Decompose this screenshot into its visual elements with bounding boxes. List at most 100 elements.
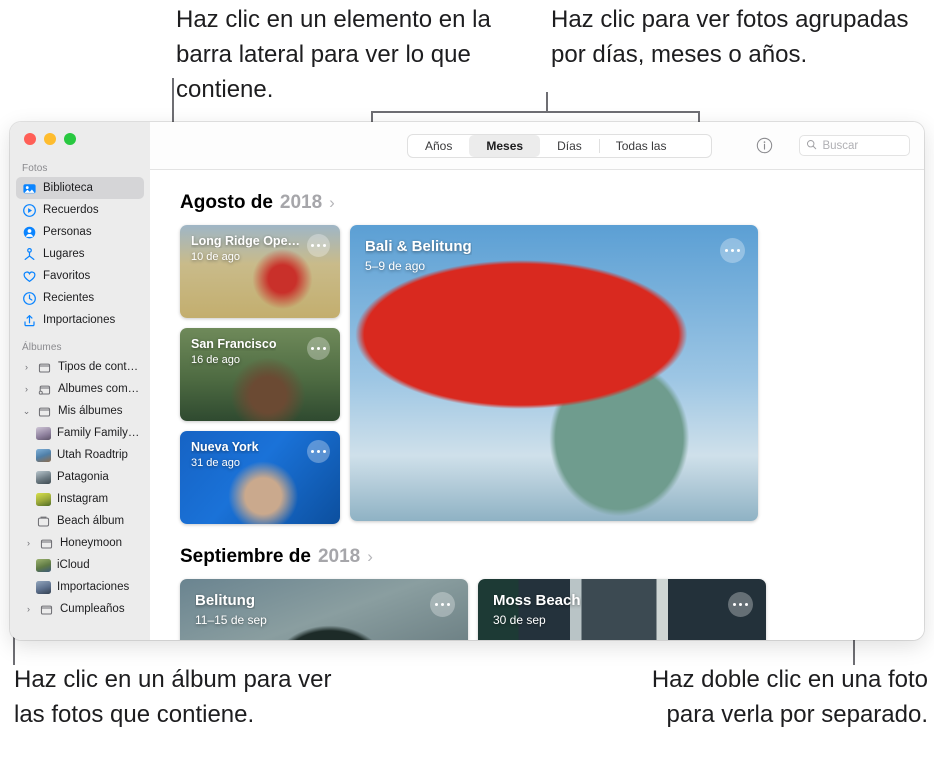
chevron-down-icon[interactable]: ⌄ <box>22 406 31 416</box>
sidebar: Fotos Biblioteca Recuerdos Personas Luga… <box>10 122 150 640</box>
album-thumbnail <box>36 426 51 440</box>
sidebar-item-label: Utah Roadtrip <box>57 449 128 461</box>
leader-line-tabs-stem <box>546 92 548 113</box>
sidebar-item-label: iCloud <box>57 559 90 571</box>
minimize-button[interactable] <box>44 133 56 145</box>
search-placeholder: Buscar <box>822 139 859 152</box>
section-year-label: 2018 <box>317 546 361 567</box>
section-header-septiembre[interactable]: Septiembre de 2018 › <box>170 524 924 579</box>
sidebar-item-favoritos[interactable]: Favoritos <box>16 265 144 287</box>
sidebar-item-label: Favoritos <box>43 270 91 282</box>
more-options-button[interactable] <box>307 337 330 360</box>
close-button[interactable] <box>24 133 36 145</box>
sidebar-item-cumpleanos[interactable]: › Cumpleaños <box>16 598 144 620</box>
photo-card-subtitle: 5–9 de ago <box>365 259 426 273</box>
sidebar-item-importaciones-album[interactable]: Importaciones <box>16 576 144 598</box>
photo-card-subtitle: 10 de ago <box>191 251 240 263</box>
photo-card-san-francisco[interactable]: San Francisco 16 de ago <box>180 328 340 421</box>
photo-grid[interactable]: Agosto de 2018 › Long Ridge Ope… 10 de a… <box>150 170 924 640</box>
sidebar-item-recientes[interactable]: Recientes <box>16 287 144 309</box>
album-thumbnail <box>36 558 51 572</box>
chevron-right-icon[interactable]: › <box>22 384 31 394</box>
heart-icon <box>22 269 37 284</box>
sidebar-item-label: Álbumes compartidos <box>58 383 144 395</box>
sidebar-item-recuerdos[interactable]: Recuerdos <box>16 199 144 221</box>
album-thumbnail <box>36 492 51 506</box>
photos-library-icon <box>22 181 37 196</box>
sidebar-group-title-fotos: Fotos <box>22 163 48 174</box>
chevron-right-icon[interactable]: › <box>24 604 33 614</box>
photos-app-window: Fotos Biblioteca Recuerdos Personas Luga… <box>10 122 924 640</box>
tab-anos[interactable]: Años <box>408 135 469 157</box>
photo-card-title: Long Ridge Ope… <box>191 234 299 248</box>
photo-card-title: Bali & Belitung <box>365 238 472 255</box>
more-options-button[interactable] <box>720 238 745 263</box>
sidebar-item-label: Recientes <box>43 292 95 304</box>
sidebar-item-utah-roadtrip[interactable]: Utah Roadtrip <box>16 444 144 466</box>
more-options-button[interactable] <box>728 592 753 617</box>
photo-card-nueva-york[interactable]: Nueva York 31 de ago <box>180 431 340 524</box>
sidebar-item-label: Personas <box>43 226 92 238</box>
chevron-right-icon[interactable]: › <box>24 538 33 548</box>
photo-card-long-ridge[interactable]: Long Ridge Ope… 10 de ago <box>180 225 340 318</box>
album-thumbnail <box>36 470 51 484</box>
photo-card-belitung[interactable]: Belitung 11–15 de sep <box>180 579 468 640</box>
chevron-right-icon[interactable]: › <box>329 193 335 213</box>
zoom-button[interactable] <box>64 133 76 145</box>
sidebar-item-label: Cumpleaños <box>60 603 125 615</box>
sidebar-item-honeymoon[interactable]: › Honeymoon <box>16 532 144 554</box>
sidebar-item-family-family[interactable]: Family Family… <box>16 422 144 444</box>
more-options-button[interactable] <box>307 440 330 463</box>
sidebar-item-icloud[interactable]: iCloud <box>16 554 144 576</box>
album-outline-icon <box>36 514 51 529</box>
photo-card-subtitle: 31 de ago <box>191 457 240 469</box>
sidebar-group-title-albumes: Álbumes <box>22 342 62 353</box>
shared-album-icon <box>37 382 52 397</box>
album-thumbnail <box>36 448 51 462</box>
tab-meses[interactable]: Meses <box>469 134 541 157</box>
section-row-septiembre: Belitung 11–15 de sep Moss Beach 30 de s… <box>170 579 924 640</box>
more-options-button[interactable] <box>430 592 455 617</box>
sidebar-item-beach-album[interactable]: Beach álbum <box>16 510 144 532</box>
photo-card-title: Moss Beach <box>493 592 581 609</box>
sidebar-item-instagram[interactable]: Instagram <box>16 488 144 510</box>
sidebar-item-lugares[interactable]: Lugares <box>16 243 144 265</box>
more-options-button[interactable] <box>307 234 330 257</box>
sidebar-item-patagonia[interactable]: Patagonia <box>16 466 144 488</box>
sidebar-item-personas[interactable]: Personas <box>16 221 144 243</box>
sidebar-item-label: Tipos de contenido <box>58 361 144 373</box>
photo-card-subtitle: 30 de sep <box>493 613 546 627</box>
sidebar-item-mis-albumes[interactable]: ⌄ Mis álbumes <box>16 400 144 422</box>
section-header-agosto[interactable]: Agosto de 2018 › <box>170 170 924 225</box>
tab-todas-las-fotos[interactable]: Todas las fotos <box>598 135 712 157</box>
tab-dias[interactable]: Días <box>540 135 599 157</box>
chevron-right-icon[interactable]: › <box>367 547 373 567</box>
sidebar-item-label: Importaciones <box>57 581 130 593</box>
folder-icon <box>37 404 52 419</box>
section-year-label: 2018 <box>279 192 323 213</box>
sidebar-item-label: Recuerdos <box>43 204 99 216</box>
sidebar-item-label: Lugares <box>43 248 85 260</box>
view-mode-tabs[interactable]: Años Meses Días Todas las fotos <box>407 133 713 158</box>
main-panel: Años Meses Días Todas las fotos Buscar <box>150 122 924 640</box>
sidebar-item-tipos-de-contenido[interactable]: › Tipos de contenido <box>16 356 144 378</box>
photo-card-subtitle: 16 de ago <box>191 354 240 366</box>
section-month-label: Agosto de <box>180 192 273 213</box>
info-circle-icon[interactable] <box>756 137 773 154</box>
callout-photo-text: Haz doble clic en una foto para verla po… <box>651 666 928 728</box>
album-thumbnail <box>36 580 51 594</box>
chevron-right-icon[interactable]: › <box>22 362 31 372</box>
callout-albums-text: Haz clic en un álbum para ver las fotos … <box>14 666 332 728</box>
sidebar-item-label: Beach álbum <box>57 515 125 527</box>
sidebar-item-label: Importaciones <box>43 314 116 326</box>
folder-icon <box>39 602 54 617</box>
sidebar-item-biblioteca[interactable]: Biblioteca <box>16 177 144 199</box>
sidebar-item-label: Honeymoon <box>60 537 123 549</box>
photo-card-bali-belitung[interactable]: Bali & Belitung 5–9 de ago <box>350 225 758 521</box>
photo-thumbnail <box>478 579 766 640</box>
window-traffic-lights[interactable] <box>24 133 76 145</box>
sidebar-item-albumes-compartidos[interactable]: › Álbumes compartidos <box>16 378 144 400</box>
sidebar-item-importaciones[interactable]: Importaciones <box>16 309 144 331</box>
search-input[interactable]: Buscar <box>799 135 910 156</box>
photo-card-moss-beach[interactable]: Moss Beach 30 de sep <box>478 579 766 640</box>
